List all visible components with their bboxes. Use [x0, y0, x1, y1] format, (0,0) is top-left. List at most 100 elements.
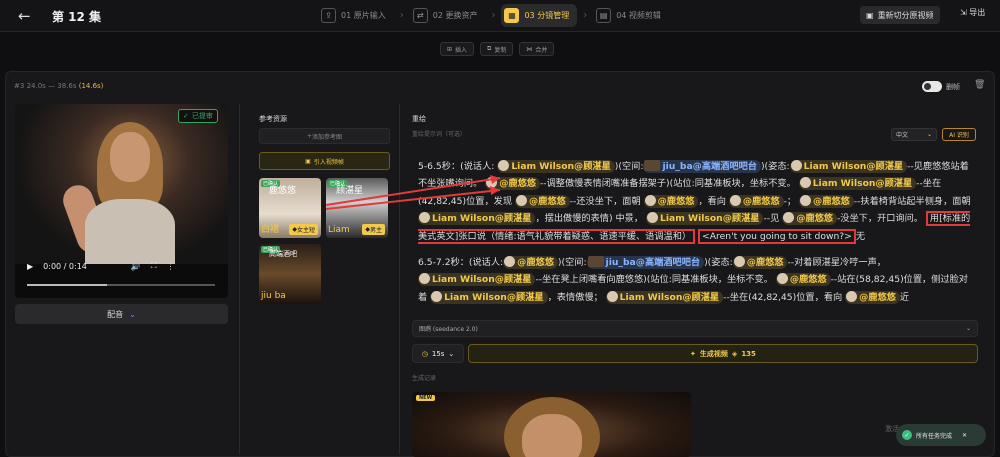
- avatar: [644, 160, 661, 171]
- avatar: [800, 194, 811, 206]
- ref-thumb-gu[interactable]: 已确认 顾湛星 Liam ◆ 男主: [326, 178, 388, 238]
- trash-icon[interactable]: 🗑: [974, 80, 985, 90]
- more-icon[interactable]: ⋮: [166, 262, 174, 271]
- script-text: --坐在(42,82,45)位置，看向: [723, 291, 843, 303]
- step-1[interactable]: ⇪ 01 原片输入: [318, 4, 394, 27]
- frame-toggle[interactable]: [922, 81, 942, 92]
- task-toast[interactable]: ✓ 所有任务完成 ✕: [896, 424, 986, 446]
- mention-chip[interactable]: Liam Wilson@顾湛星: [798, 177, 917, 191]
- avatar: [486, 177, 498, 189]
- video-face: [110, 132, 150, 182]
- import-frame-button[interactable]: ▣ 引入视频帧: [259, 152, 390, 170]
- redraw-title: 重绘: [412, 115, 426, 123]
- prompt-editor[interactable]: 5-6.5秒：(说话人: Liam Wilson@顾湛星)(空间: jiu_ba@…: [418, 158, 971, 314]
- video-dress: [85, 199, 175, 264]
- mention-chip[interactable]: jiu_ba@高端酒吧吧台: [643, 160, 761, 173]
- script-text: ，看向: [698, 195, 726, 207]
- video-progress[interactable]: [27, 284, 215, 286]
- avatar: [515, 194, 527, 206]
- mention-chip[interactable]: Liam Wilson@顾湛星: [497, 160, 615, 173]
- model-select[interactable]: 图鹉 (seedance 2.0) ⌄: [412, 320, 978, 337]
- role-badge: ◆ 女主短: [289, 224, 318, 235]
- script-text: -没坐下，开口询问。: [836, 213, 923, 225]
- toggle-label: 删帧: [946, 83, 960, 91]
- merge-button[interactable]: ⋈ 合并: [519, 42, 555, 56]
- step-3[interactable]: ▦ 03 分镜管理: [501, 4, 578, 27]
- ref-thumb-bar[interactable]: 已确认 高端酒吧 jiu ba: [259, 244, 321, 304]
- avatar: [733, 256, 745, 268]
- avatar: [846, 290, 858, 302]
- script-text: )(空间:: [614, 161, 644, 172]
- ref-name: 高端酒吧: [269, 250, 297, 258]
- add-reference-button[interactable]: + 添加参考图: [259, 128, 390, 144]
- export-button[interactable]: ⇲ 导出: [960, 7, 985, 18]
- mention-chip[interactable]: @鹿悠悠: [514, 194, 570, 208]
- mention-chip[interactable]: @鹿悠悠: [732, 256, 788, 270]
- copy-button[interactable]: ⧉ 复制: [480, 42, 514, 56]
- mention-chip[interactable]: jiu_ba@高端酒吧吧台: [586, 256, 705, 270]
- script-text: ，摆出傲慢的表情) 中景，: [535, 213, 644, 225]
- insert-button[interactable]: ⊞ 插入: [440, 42, 475, 56]
- chevron-down-icon: ⌄: [965, 325, 971, 332]
- page-title: 第 12 集: [52, 10, 102, 24]
- mention-chip[interactable]: @鹿悠悠: [503, 256, 558, 270]
- avatar: [419, 273, 430, 285]
- generated-result-thumb[interactable]: [412, 392, 691, 457]
- mention-chip[interactable]: @鹿悠悠: [775, 273, 831, 287]
- ref-thumb-lu[interactable]: 已确认 鹿悠悠 白裙 ◆ 女主短: [259, 178, 321, 238]
- avatar: [729, 194, 741, 206]
- duration-select[interactable]: ◷ 15s ⌄: [412, 344, 464, 363]
- mention-chip[interactable]: @鹿悠悠: [799, 194, 854, 208]
- mention-chip[interactable]: Liam Wilson@顾湛星: [418, 273, 536, 287]
- check-circle-icon: ✓: [183, 112, 189, 120]
- step-nav: ⇪ 01 原片输入 › ⇄ 02 更换资产 › ▦ 03 分镜管理 › ▤ 04 视频剪…: [318, 3, 669, 28]
- script-text: 6.5-7.2秒：(说话人:: [418, 257, 504, 269]
- avatar: [799, 177, 811, 189]
- script-text: ，表情傲慢；: [547, 291, 603, 303]
- mention-chip[interactable]: Liam Wilson@顾湛星: [605, 290, 724, 304]
- records-title: 生成记录: [412, 375, 437, 382]
- split-icon: ▣: [866, 10, 874, 20]
- role-badge: ◆ 男主: [362, 224, 385, 235]
- new-badge: NEW: [416, 395, 436, 401]
- play-icon[interactable]: ▶: [27, 262, 33, 271]
- script-text: -；: [783, 195, 797, 207]
- mention-chip[interactable]: Liam Wilson@顾湛星: [645, 212, 764, 226]
- storyboard-icon: ▦: [504, 8, 520, 23]
- step-4[interactable]: ▤ 04 视频剪辑: [593, 4, 669, 27]
- ref-sub: jiu ba: [261, 291, 286, 301]
- frame-icon: ▣: [305, 157, 311, 165]
- confirmed-badge: ✓ 已提审: [178, 109, 218, 123]
- mention-chip[interactable]: Liam Wilson@顾湛星: [418, 212, 536, 226]
- step-2[interactable]: ⇄ 02 更换资产: [410, 4, 486, 27]
- back-arrow-icon[interactable]: ←: [18, 7, 31, 25]
- mention-chip[interactable]: @鹿悠悠: [782, 212, 837, 226]
- volume-icon[interactable]: 🔊: [131, 262, 141, 271]
- fullscreen-icon[interactable]: ⛶: [151, 261, 157, 271]
- mention-chip[interactable]: @鹿悠悠: [643, 194, 699, 208]
- dub-button[interactable]: 配音 ⌄: [15, 304, 228, 324]
- mention-chip[interactable]: @鹿悠悠: [845, 290, 900, 304]
- close-icon[interactable]: ✕: [962, 432, 967, 439]
- mention-chip[interactable]: Liam Wilson@顾湛星: [789, 160, 908, 173]
- language-select[interactable]: 中文 ⌄: [891, 128, 937, 141]
- export-icon: ⇲: [960, 8, 970, 17]
- gen-face: [522, 414, 582, 457]
- copy-icon: ⧉: [487, 45, 492, 52]
- ref-name: 顾湛星: [336, 186, 364, 196]
- ref-sub: 白裙: [261, 225, 280, 235]
- regenerate-button[interactable]: ▣ 重新切分原视频: [860, 6, 940, 24]
- ref-sub: Liam: [328, 225, 350, 235]
- script-text: --坐在凳上闭嘴看向鹿悠悠)(站位:同基准板块，坐标不变。: [535, 274, 773, 286]
- mention-chip[interactable]: Liam Wilson@顾湛星: [430, 290, 548, 304]
- generate-video-button[interactable]: ✦ 生成视频 ◈ 135: [468, 344, 978, 363]
- script-text: )(姿态:: [760, 161, 790, 172]
- chevron-down-icon: ⌄: [926, 131, 932, 138]
- chevron-right-icon: ›: [583, 10, 588, 21]
- mention-chip[interactable]: @鹿悠悠: [728, 194, 784, 208]
- avatar: [504, 256, 516, 268]
- video-controls: ▶ 0:00 / 0:14 🔊 ⛶ ⋮: [15, 256, 228, 276]
- mention-chip[interactable]: @鹿悠悠: [485, 177, 540, 191]
- video-time: 0:00 / 0:14: [43, 261, 87, 271]
- ai-recognize-button[interactable]: AI 识别: [942, 128, 976, 141]
